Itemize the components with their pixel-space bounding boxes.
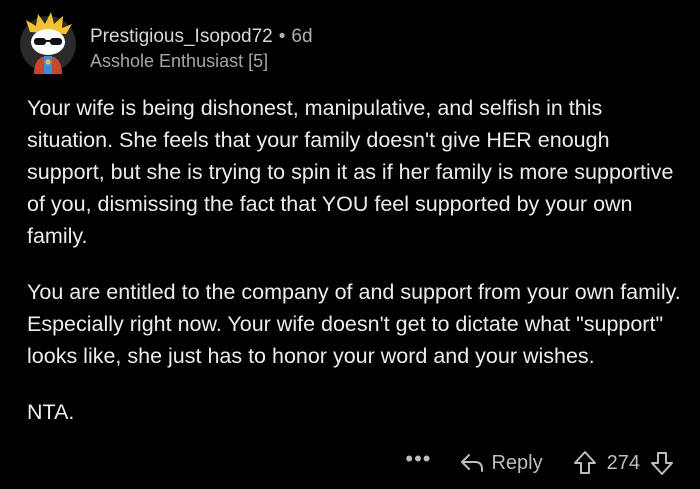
username-link[interactable]: Prestigious_Isopod72 <box>90 26 273 47</box>
user-avatar[interactable] <box>18 12 78 76</box>
comment-paragraph: NTA. <box>27 400 75 424</box>
more-options-button[interactable]: ••• <box>405 448 431 470</box>
meta-line: Prestigious_Isopod72 • 6d <box>90 26 313 48</box>
upvote-arrow-icon[interactable] <box>573 450 597 476</box>
reply-button[interactable]: Reply <box>459 451 543 475</box>
comment-body: Your wife is being dishonest, manipulati… <box>27 92 687 452</box>
snoo-avatar-icon <box>20 12 76 74</box>
reply-arrow-icon <box>459 452 491 474</box>
comment-paragraph: Your wife is being dishonest, manipulati… <box>27 96 674 248</box>
vote-score: 274 <box>606 451 640 474</box>
comment: Prestigious_Isopod72 • 6d Asshole Enthusia… <box>0 0 700 489</box>
comment-paragraph: You are entitled to the company of and s… <box>27 280 681 368</box>
vote-controls: 274 <box>573 450 674 476</box>
comment-meta: Prestigious_Isopod72 • 6d Asshole Enthusia… <box>90 26 313 72</box>
comment-age: 6d <box>291 26 313 47</box>
reply-label: Reply <box>491 451 543 474</box>
meta-separator: • <box>278 26 286 47</box>
comment-actions: ••• Reply 274 <box>405 448 674 478</box>
user-flair: Asshole Enthusiast [5] <box>90 51 269 71</box>
downvote-arrow-icon[interactable] <box>650 450 674 476</box>
